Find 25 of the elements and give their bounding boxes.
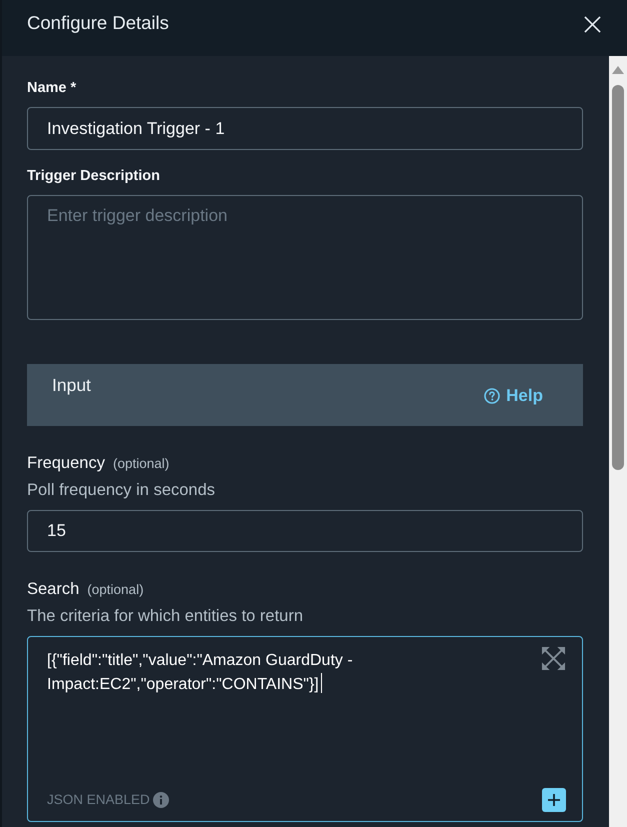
help-link[interactable]: Help <box>484 385 543 407</box>
optional-note: (optional) <box>112 455 170 473</box>
field-label: Name * <box>27 79 76 97</box>
field-label: Frequency <box>27 453 105 473</box>
scroll-up-icon[interactable] <box>612 66 624 74</box>
text-field[interactable]: 15 <box>27 510 583 552</box>
search-field[interactable]: [{"field":"title","value":"Amazon GuardDuty - Impact:EC2","operator":"CONTAINS"}] JSON ENABLED <box>27 636 583 822</box>
section-title: Input <box>52 374 91 396</box>
close-icon[interactable] <box>584 16 601 32</box>
field-label: Trigger Description <box>27 167 160 185</box>
field-hint: The criteria for which entities to return <box>27 606 304 626</box>
field-label: Search <box>27 579 80 599</box>
dialog-title: Configure Details <box>27 11 169 35</box>
scrollbar[interactable] <box>609 56 627 827</box>
search-value: [{"field":"title","value":"Amazon GuardDuty - Impact:EC2","operator":"CONTAINS"}] <box>47 649 529 697</box>
info-icon[interactable] <box>152 792 169 808</box>
optional-note: (optional) <box>87 581 144 599</box>
scrollbar-thumb[interactable] <box>612 85 624 470</box>
text-field[interactable]: Investigation Trigger - 1 <box>27 107 583 150</box>
field-hint: Poll frequency in seconds <box>27 480 216 500</box>
help-icon <box>484 388 500 404</box>
expand-icon[interactable] <box>541 646 566 671</box>
plus-icon <box>547 793 561 807</box>
json-enabled-label: JSON ENABLED <box>47 791 150 809</box>
add-button[interactable] <box>542 788 566 812</box>
